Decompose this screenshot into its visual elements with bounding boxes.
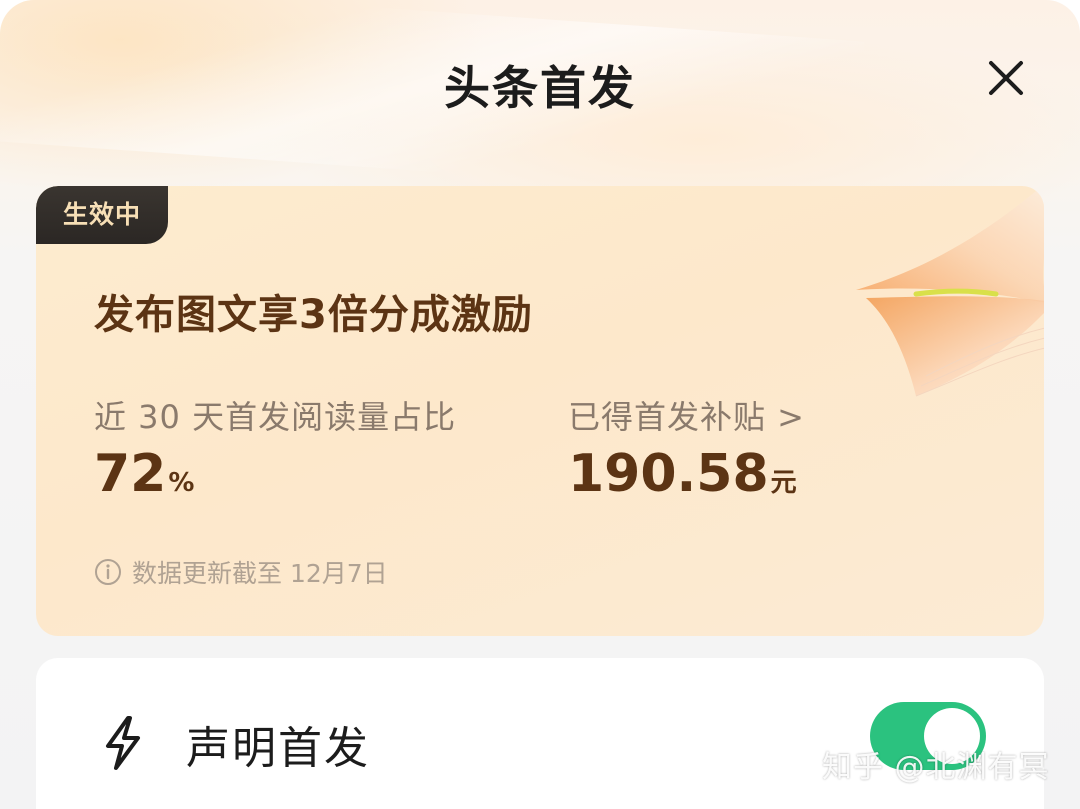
lightning-icon	[106, 716, 140, 770]
incentive-headline: 发布图文享3倍分成激励	[94, 292, 533, 338]
subsidy-unit: 元	[770, 468, 797, 498]
incentive-card: 生效中 发布图文享3倍分成激励 近 30 天首发阅读量占比 72% 已得首发补贴…	[36, 186, 1044, 636]
read-share-number: 72	[94, 444, 167, 504]
read-share-unit: %	[168, 468, 195, 498]
update-note: 数据更新截至 12月7日	[94, 554, 388, 590]
update-note-text: 数据更新截至 12月7日	[132, 559, 388, 588]
subsidy-number: 190.58	[568, 444, 769, 504]
watermark: 知乎 @北渊有冥	[822, 750, 1050, 785]
bottom-sheet: 头条首发 生效中 发布图文享3倍分成激励 近 30 天首发阅读量占比 72% 已…	[0, 0, 1080, 809]
declare-first-row: 声明首发	[36, 658, 1044, 809]
ribbon-decoration	[856, 186, 1044, 397]
read-share-value: 72%	[94, 444, 194, 504]
declare-first-label: 声明首发	[186, 723, 370, 774]
page-title: 头条首发	[444, 61, 636, 115]
subsidy-link[interactable]: 已得首发补贴 >	[568, 392, 805, 438]
subsidy-value: 190.58元	[568, 444, 797, 504]
close-icon	[989, 61, 1023, 95]
close-button[interactable]	[980, 52, 1032, 104]
status-badge: 生效中	[36, 186, 168, 244]
read-share-label: 近 30 天首发阅读量占比	[94, 398, 457, 436]
info-icon	[95, 559, 121, 585]
